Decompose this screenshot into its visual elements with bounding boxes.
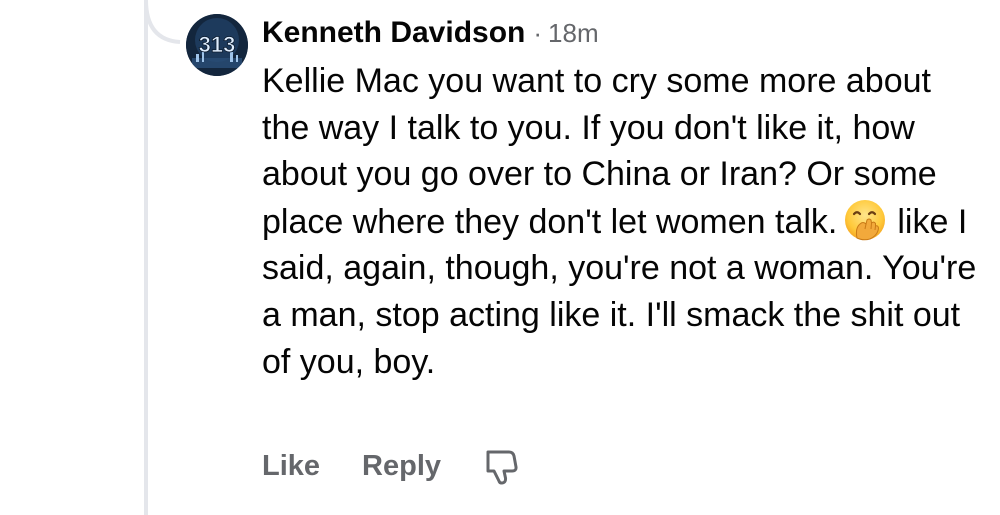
comment-header: Kenneth Davidson · 18m bbox=[262, 16, 599, 56]
comment-text-before-emoji: Kellie Mac you want to cry some more abo… bbox=[262, 62, 937, 241]
author-name[interactable]: Kenneth Davidson bbox=[262, 16, 525, 50]
face-with-hand-over-mouth-emoji bbox=[845, 199, 886, 241]
thumbs-down-icon[interactable] bbox=[483, 446, 519, 486]
reply-button[interactable]: Reply bbox=[362, 450, 441, 483]
thread-line bbox=[144, 0, 148, 515]
avatar-text: 313 bbox=[199, 32, 236, 57]
comment-page: 313 Kenneth Davidson · 18m Kellie Mac yo… bbox=[0, 0, 1000, 515]
thread-connector bbox=[144, 0, 181, 44]
avatar-image: 313 bbox=[186, 14, 248, 76]
comment-body: Kellie Mac you want to cry some more abo… bbox=[262, 58, 982, 385]
avatar[interactable]: 313 bbox=[186, 14, 248, 76]
like-button[interactable]: Like bbox=[262, 450, 320, 483]
comment-actions: Like Reply bbox=[262, 444, 519, 488]
header-separator: · bbox=[533, 18, 543, 48]
timestamp[interactable]: 18m bbox=[548, 18, 599, 49]
